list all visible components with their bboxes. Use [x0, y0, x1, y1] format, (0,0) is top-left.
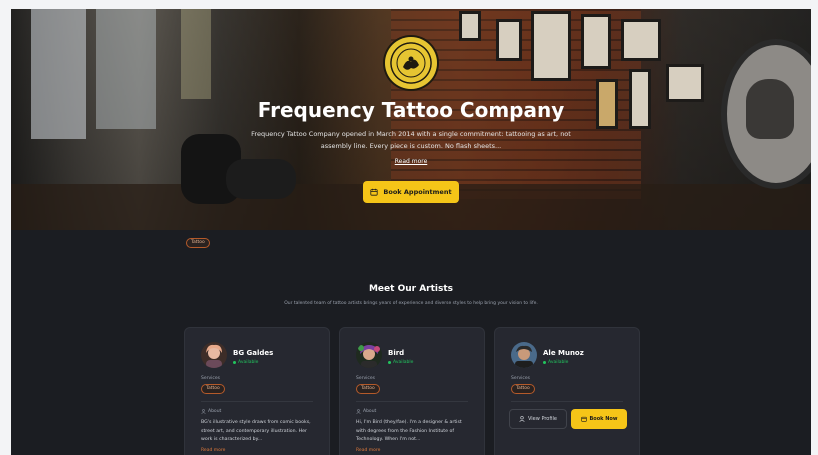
- view-profile-button[interactable]: View Profile: [509, 409, 567, 429]
- artist-read-more-link[interactable]: Read more: [201, 448, 225, 453]
- artist-name[interactable]: Bird: [388, 349, 404, 357]
- status-dot-icon: [388, 361, 391, 364]
- artists-section-title: Meet Our Artists: [368, 284, 454, 294]
- status-badge: Available: [543, 360, 568, 365]
- artist-read-more-link[interactable]: Read more: [356, 448, 380, 453]
- wall-art: [531, 11, 571, 81]
- artist-card[interactable]: Bird Available Services Tattoo About Hi,…: [339, 327, 485, 455]
- status-label: Available: [238, 360, 259, 365]
- avatar: [201, 342, 227, 368]
- avatar: [511, 342, 537, 368]
- wall-art: [581, 14, 611, 69]
- book-now-button[interactable]: Book Now: [571, 409, 627, 429]
- wall-art: [666, 64, 704, 102]
- book-appointment-button[interactable]: Book Appointment: [363, 181, 459, 203]
- artist-card[interactable]: BG Galdes Available Services Tattoo Abou…: [184, 327, 330, 455]
- view-profile-label: View Profile: [527, 416, 557, 422]
- book-appointment-label: Book Appointment: [383, 188, 452, 196]
- divider: [201, 401, 313, 402]
- background-window: [181, 9, 211, 99]
- service-tag: Tattoo: [511, 384, 535, 394]
- artist-card[interactable]: Ale Munoz Available Services Tattoo View…: [494, 327, 640, 455]
- divider: [356, 401, 468, 402]
- about-label-text: About: [208, 409, 222, 414]
- artist-bio: BG's illustrative style draws from comic…: [201, 420, 311, 442]
- status-dot-icon: [543, 361, 546, 364]
- artist-bio: Hi, I'm Bird (they/fae). I'm a designer …: [356, 420, 462, 442]
- hero-description: Frequency Tattoo Company opened in March…: [251, 130, 571, 150]
- hero-banner: Frequency Tattoo Company Frequency Tatto…: [11, 9, 811, 230]
- service-tag: Tattoo: [356, 384, 380, 394]
- shop-style-tag: Tattoo: [186, 238, 210, 248]
- user-icon: [356, 409, 361, 414]
- wall-art: [621, 19, 661, 61]
- divider: [511, 401, 623, 402]
- artist-name[interactable]: Ale Munoz: [543, 349, 584, 357]
- about-label-text: About: [363, 409, 377, 414]
- status-dot-icon: [233, 361, 236, 364]
- service-tag: Tattoo: [201, 384, 225, 394]
- status-label: Available: [393, 360, 414, 365]
- wall-art: [496, 19, 522, 61]
- artist-name[interactable]: BG Galdes: [233, 349, 273, 357]
- services-label: Services: [356, 376, 375, 381]
- book-now-label: Book Now: [589, 416, 618, 422]
- artists-section-subtitle: Our talented team of tattoo artists brin…: [284, 301, 538, 306]
- tattoo-chair: [226, 159, 296, 199]
- hero-read-more-link[interactable]: Read more: [11, 158, 811, 165]
- services-label: Services: [201, 376, 220, 381]
- about-label: About: [201, 409, 221, 414]
- user-icon: [201, 409, 206, 414]
- services-label: Services: [511, 376, 530, 381]
- avatar: [356, 342, 382, 368]
- shop-logo: [385, 37, 437, 89]
- status-badge: Available: [388, 360, 413, 365]
- user-icon: [519, 416, 525, 422]
- page-title: Frequency Tattoo Company: [257, 98, 565, 122]
- page: Frequency Tattoo Company Frequency Tatto…: [11, 9, 811, 455]
- logo-emblem-icon: [396, 48, 426, 78]
- wall-art: [459, 11, 481, 41]
- calendar-icon: [370, 188, 379, 196]
- calendar-icon: [580, 416, 587, 422]
- status-label: Available: [548, 360, 569, 365]
- about-label: About: [356, 409, 376, 414]
- status-badge: Available: [233, 360, 258, 365]
